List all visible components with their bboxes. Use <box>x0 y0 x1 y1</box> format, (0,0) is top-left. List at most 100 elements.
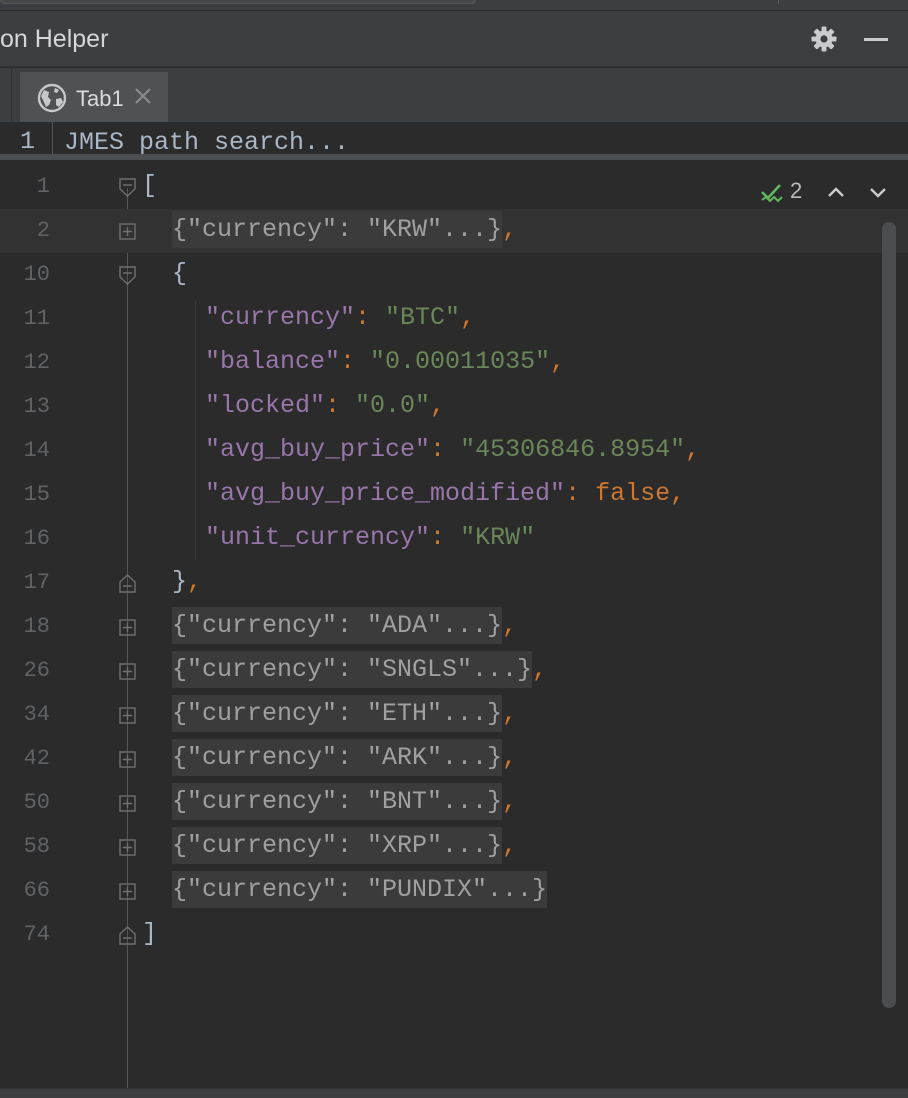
comma: , <box>502 743 518 772</box>
code-text: {"currency": "PUNDIX"...} <box>172 871 548 908</box>
folded-object: {"currency": "ARK"...} <box>172 739 503 776</box>
line-number: 2 <box>36 218 50 243</box>
chevron-up-icon[interactable] <box>824 180 848 204</box>
comma: , <box>532 655 548 684</box>
fold-end-icon[interactable] <box>119 926 136 945</box>
code-line[interactable]: 26 {"currency": "SNGLS"...}, <box>0 649 908 693</box>
comma: , <box>502 699 518 728</box>
line-number: 11 <box>23 306 50 331</box>
comma: , <box>550 347 566 376</box>
code-text: "balance": "0.00011035", <box>205 347 565 376</box>
colon: : <box>565 479 596 508</box>
fold-expand-icon[interactable] <box>119 618 136 637</box>
comma: , <box>187 567 203 596</box>
code-text: { <box>172 259 187 288</box>
double-check-icon[interactable] <box>760 180 786 204</box>
json-editor[interactable]: 1 [2 {"currency": "KRW"...}, 10 {11 "currency… <box>0 160 908 1088</box>
line-number: 14 <box>23 438 50 463</box>
folded-object: {"currency": "ADA"...} <box>172 607 503 644</box>
fold-expand-icon[interactable] <box>119 662 136 681</box>
code-text: {"currency": "XRP"...}, <box>172 827 518 864</box>
chevron-down-icon[interactable] <box>866 180 890 204</box>
code-text: {"currency": "ARK"...}, <box>172 739 518 776</box>
code-line[interactable]: 14 "avg_buy_price": "45306846.8954", <box>0 429 908 473</box>
line-number: 15 <box>23 482 50 507</box>
colon: : <box>430 435 461 464</box>
code-line[interactable]: 66 {"currency": "PUNDIX"...} <box>0 869 908 913</box>
folded-object: {"currency": "SNGLS"...} <box>172 651 533 688</box>
code-text: "avg_buy_price": "45306846.8954", <box>205 435 700 464</box>
divider <box>778 0 779 4</box>
fold-expand-icon[interactable] <box>119 222 136 241</box>
comma: , <box>430 391 446 420</box>
code-text: {"currency": "BNT"...}, <box>172 783 518 820</box>
minimize-button[interactable] <box>864 38 888 41</box>
json-key: "avg_buy_price_modified" <box>205 479 566 508</box>
json-string-value: "BTC" <box>385 303 461 332</box>
tab-label: Tab1 <box>76 86 124 111</box>
fold-expand-icon[interactable] <box>119 750 136 769</box>
code-text: "avg_buy_price_modified": false, <box>205 479 685 508</box>
close-icon[interactable] <box>133 86 153 106</box>
close-bracket: ] <box>142 919 158 948</box>
code-line[interactable]: 15 "avg_buy_price_modified": false, <box>0 473 908 517</box>
fold-collapse-icon[interactable] <box>119 266 136 285</box>
fold-expand-icon[interactable] <box>119 794 136 813</box>
tool-window-header: on Helper <box>0 11 908 67</box>
code-text: [ <box>142 171 157 200</box>
line-number: 50 <box>23 790 50 815</box>
line-number: 16 <box>23 526 50 551</box>
open-bracket: [ <box>142 171 158 200</box>
json-key: "balance" <box>205 347 341 376</box>
comma: , <box>670 479 686 508</box>
tab-strip: Tab1 <box>0 68 908 122</box>
comma: , <box>502 831 518 860</box>
problem-count: 2 <box>790 178 803 203</box>
line-number: 13 <box>23 394 50 419</box>
code-line[interactable]: 13 "locked": "0.0", <box>0 385 908 429</box>
line-number: 12 <box>23 350 50 375</box>
json-key: "locked" <box>205 391 326 420</box>
code-line[interactable]: 16 "unit_currency": "KRW" <box>0 517 908 561</box>
globe-icon <box>37 83 67 113</box>
tool-window-title: on Helper <box>0 25 109 53</box>
code-line[interactable]: 11 "currency": "BTC", <box>0 297 908 341</box>
comma: , <box>502 787 518 816</box>
line-number: 74 <box>23 922 50 947</box>
code-text: ] <box>142 919 157 948</box>
tab-tab1[interactable]: Tab1 <box>20 72 168 122</box>
code-line[interactable]: 74] <box>0 913 908 957</box>
bottom-strip <box>0 1088 908 1098</box>
open-bracket: { <box>172 259 188 288</box>
code-line[interactable]: 42 {"currency": "ARK"...}, <box>0 737 908 781</box>
json-string-value: "0.00011035" <box>370 347 551 376</box>
json-string-value: "45306846.8954" <box>460 435 686 464</box>
code-line[interactable]: 17}, <box>0 561 908 605</box>
line-number: 58 <box>23 834 50 859</box>
colon: : <box>325 391 356 420</box>
gear-icon[interactable] <box>810 25 838 53</box>
window-frame-fragment <box>0 0 476 4</box>
folded-object: {"currency": "BNT"...} <box>172 783 503 820</box>
code-line[interactable]: 10 { <box>0 253 908 297</box>
code-text: "locked": "0.0", <box>205 391 445 420</box>
fold-expand-icon[interactable] <box>119 882 136 901</box>
line-number: 26 <box>23 658 50 683</box>
fold-collapse-icon[interactable] <box>119 178 136 197</box>
folded-object: {"currency": "KRW"...} <box>172 211 503 248</box>
code-line[interactable]: 58 {"currency": "XRP"...}, <box>0 825 908 869</box>
fold-end-icon[interactable] <box>119 574 136 593</box>
code-line[interactable]: 50 {"currency": "BNT"...}, <box>0 781 908 825</box>
line-number: 10 <box>23 262 50 287</box>
code-line[interactable]: 12 "balance": "0.00011035", <box>0 341 908 385</box>
line-number: 42 <box>23 746 50 771</box>
code-line[interactable]: 18 {"currency": "ADA"...}, <box>0 605 908 649</box>
vertical-scrollbar[interactable] <box>882 222 896 1008</box>
fold-expand-icon[interactable] <box>119 838 136 857</box>
code-line[interactable]: 2 {"currency": "KRW"...}, <box>0 209 908 253</box>
fold-expand-icon[interactable] <box>119 706 136 725</box>
code-line[interactable]: 34 {"currency": "ETH"...}, <box>0 693 908 737</box>
line-number: 17 <box>23 570 50 595</box>
code-text: {"currency": "ADA"...}, <box>172 607 517 644</box>
json-string-value: "KRW" <box>460 523 536 552</box>
